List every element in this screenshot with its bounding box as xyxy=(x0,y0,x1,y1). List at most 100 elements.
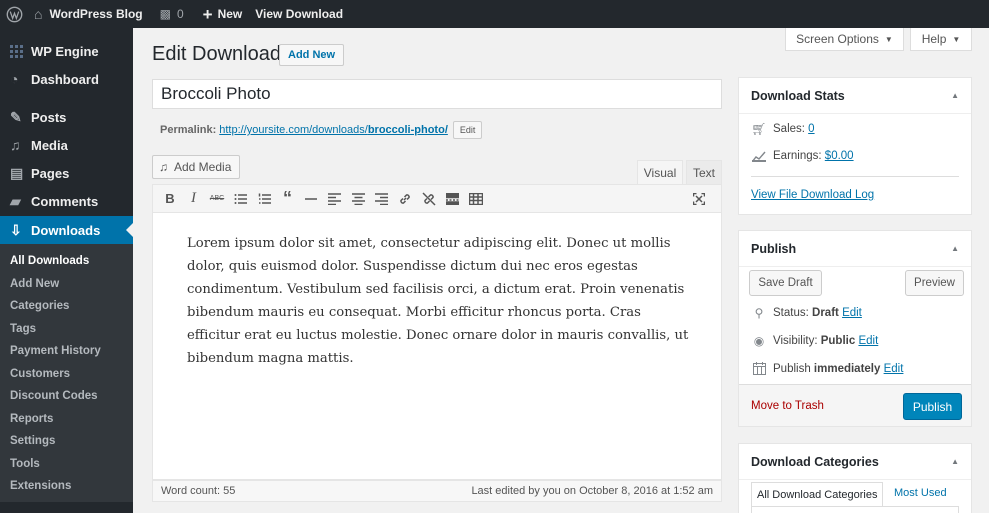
submenu-item-reports[interactable]: Reports xyxy=(0,408,133,431)
wordpress-logo-icon[interactable] xyxy=(0,0,24,28)
sidebar-item-wp-engine[interactable]: WP Engine xyxy=(0,37,133,65)
align-right-icon[interactable] xyxy=(373,189,391,209)
blockquote-icon[interactable]: “ xyxy=(279,188,297,209)
permalink-row: Permalink: http://yoursite.com/downloads… xyxy=(160,121,483,139)
add-media-button[interactable]: ♫ Add Media xyxy=(152,155,241,179)
visibility-row: ◉ Visibility: Public Edit xyxy=(751,334,879,348)
tab-text[interactable]: Text xyxy=(686,160,722,185)
new-label: New xyxy=(217,7,243,21)
publish-header[interactable]: Publish ▲ xyxy=(739,231,971,267)
view-file-download-log-link[interactable]: View File Download Log xyxy=(751,189,874,201)
numbered-list-icon[interactable] xyxy=(255,189,273,209)
submenu-item-settings[interactable]: Settings xyxy=(0,430,133,453)
new-content-link[interactable]: + New xyxy=(191,0,250,28)
strikethrough-icon[interactable]: ABC xyxy=(208,189,226,209)
sales-label: Sales: xyxy=(773,123,805,135)
align-left-icon[interactable] xyxy=(326,189,344,209)
sidebar-item-posts[interactable]: ✎ Posts xyxy=(0,103,133,131)
tab-most-used[interactable]: Most Used xyxy=(894,487,947,499)
download-categories-title: Download Categories xyxy=(751,454,879,469)
eye-icon: ◉ xyxy=(753,334,765,348)
remove-link-icon[interactable] xyxy=(420,189,438,209)
comments-link[interactable]: ▩ 0 xyxy=(150,0,191,28)
bold-icon[interactable]: B xyxy=(161,189,179,209)
post-title-input[interactable] xyxy=(152,79,722,109)
sidebar-item-media[interactable]: ♫ Media xyxy=(0,131,133,159)
submenu-item-all-downloads[interactable]: All Downloads xyxy=(0,250,133,273)
site-name-link[interactable]: ⌂ WordPress Blog xyxy=(24,0,150,28)
chart-icon xyxy=(751,150,767,162)
download-categories-box: Download Categories ▲ All Download Categ… xyxy=(738,443,972,513)
download-categories-header[interactable]: Download Categories ▲ xyxy=(739,444,971,480)
submenu-item-add-new[interactable]: Add New xyxy=(0,273,133,296)
publish-date-row: Publish immediately Edit xyxy=(751,362,903,375)
comment-count: 0 xyxy=(176,7,184,21)
status-edit-link[interactable]: Edit xyxy=(842,307,862,319)
editor-content[interactable]: Lorem ipsum dolor sit amet, consectetur … xyxy=(187,232,697,370)
publish-button[interactable]: Publish xyxy=(903,393,962,420)
toolbar-toggle-icon[interactable] xyxy=(467,189,485,209)
collapse-toggle-icon[interactable]: ▲ xyxy=(951,457,959,466)
visibility-edit-link[interactable]: Edit xyxy=(858,335,878,347)
media-icon: ♫ xyxy=(159,160,168,174)
permalink-base: http://yoursite.com/downloads/ xyxy=(219,124,368,136)
sidebar-item-label: Media xyxy=(31,137,68,153)
tab-visual[interactable]: Visual xyxy=(637,160,683,185)
media-icon: ♫ xyxy=(10,137,21,153)
publish-title: Publish xyxy=(751,241,797,256)
help-button[interactable]: Help ▼ xyxy=(910,28,972,51)
bulleted-list-icon[interactable] xyxy=(232,189,250,209)
permalink-link[interactable]: http://yoursite.com/downloads/broccoli-p… xyxy=(219,124,448,136)
submenu-item-customers[interactable]: Customers xyxy=(0,363,133,386)
caret-down-icon: ▼ xyxy=(884,34,893,44)
read-more-icon[interactable] xyxy=(443,189,461,209)
sales-value[interactable]: 0 xyxy=(808,123,814,135)
sidebar-item-downloads[interactable]: ⇩ Downloads xyxy=(0,216,133,244)
submenu-item-discount-codes[interactable]: Discount Codes xyxy=(0,385,133,408)
view-download-link[interactable]: View Download xyxy=(249,0,350,28)
tab-all-categories[interactable]: All Download Categories xyxy=(751,482,884,506)
sidebar-item-label: Dashboard xyxy=(31,71,99,87)
plus-icon: + xyxy=(202,4,213,24)
submenu-item-tags[interactable]: Tags xyxy=(0,318,133,341)
caret-down-icon: ▼ xyxy=(952,34,961,44)
screen-options-button[interactable]: Screen Options ▼ xyxy=(785,28,904,51)
submenu-item-tools[interactable]: Tools xyxy=(0,453,133,476)
permalink-edit-button[interactable]: Edit xyxy=(452,121,483,139)
horizontal-line-icon[interactable] xyxy=(302,189,320,209)
download-stats-box: Download Stats ▲ 🛒︎ Sales: 0 Earnings: $… xyxy=(738,77,972,215)
categories-list xyxy=(751,506,959,513)
align-center-icon[interactable] xyxy=(349,189,367,209)
admin-bar: ⌂ WordPress Blog ▩ 0 + New View Download xyxy=(0,0,989,28)
download-stats-header[interactable]: Download Stats ▲ xyxy=(739,78,971,114)
sidebar-item-pages[interactable]: ▤ Pages xyxy=(0,159,133,187)
admin-sidebar: WP Engine ◔ Dashboard ✎ Posts ♫ Media ▤ … xyxy=(0,28,133,513)
add-new-button[interactable]: Add New xyxy=(279,44,345,66)
view-download-label: View Download xyxy=(255,7,344,21)
publish-date-edit-link[interactable]: Edit xyxy=(884,363,904,375)
sidebar-item-label: Posts xyxy=(31,109,67,125)
earnings-value[interactable]: $0.00 xyxy=(825,150,854,162)
status-label: Status: xyxy=(773,307,809,319)
sidebar-item-dashboard[interactable]: ◔ Dashboard xyxy=(0,65,133,93)
collapse-toggle-icon[interactable]: ▲ xyxy=(951,244,959,253)
earnings-label: Earnings: xyxy=(773,150,822,162)
collapse-toggle-icon[interactable]: ▲ xyxy=(951,91,959,100)
submenu-item-payment-history[interactable]: Payment History xyxy=(0,340,133,363)
move-to-trash-link[interactable]: Move to Trash xyxy=(751,400,824,412)
sidebar-item-comments[interactable]: ▰ Comments xyxy=(0,187,133,215)
insert-link-icon[interactable] xyxy=(396,189,414,209)
editor-toolbar: B I ABC “ xyxy=(152,184,722,213)
submenu-item-extensions[interactable]: Extensions xyxy=(0,475,133,498)
publish-box: Publish ▲ Save Draft Preview ⚲ Status: D… xyxy=(738,230,972,427)
fullscreen-icon[interactable] xyxy=(690,189,708,209)
sidebar-item-label: Downloads xyxy=(31,222,101,238)
italic-icon[interactable]: I xyxy=(185,189,203,209)
permalink-label: Permalink: xyxy=(160,124,217,136)
content-editor[interactable]: Lorem ipsum dolor sit amet, consectetur … xyxy=(152,213,722,480)
save-draft-button[interactable]: Save Draft xyxy=(749,270,822,296)
downloads-submenu: All Downloads Add New Categories Tags Pa… xyxy=(0,244,133,502)
site-name: WordPress Blog xyxy=(49,7,143,21)
submenu-item-categories[interactable]: Categories xyxy=(0,295,133,318)
preview-button[interactable]: Preview xyxy=(905,270,964,296)
